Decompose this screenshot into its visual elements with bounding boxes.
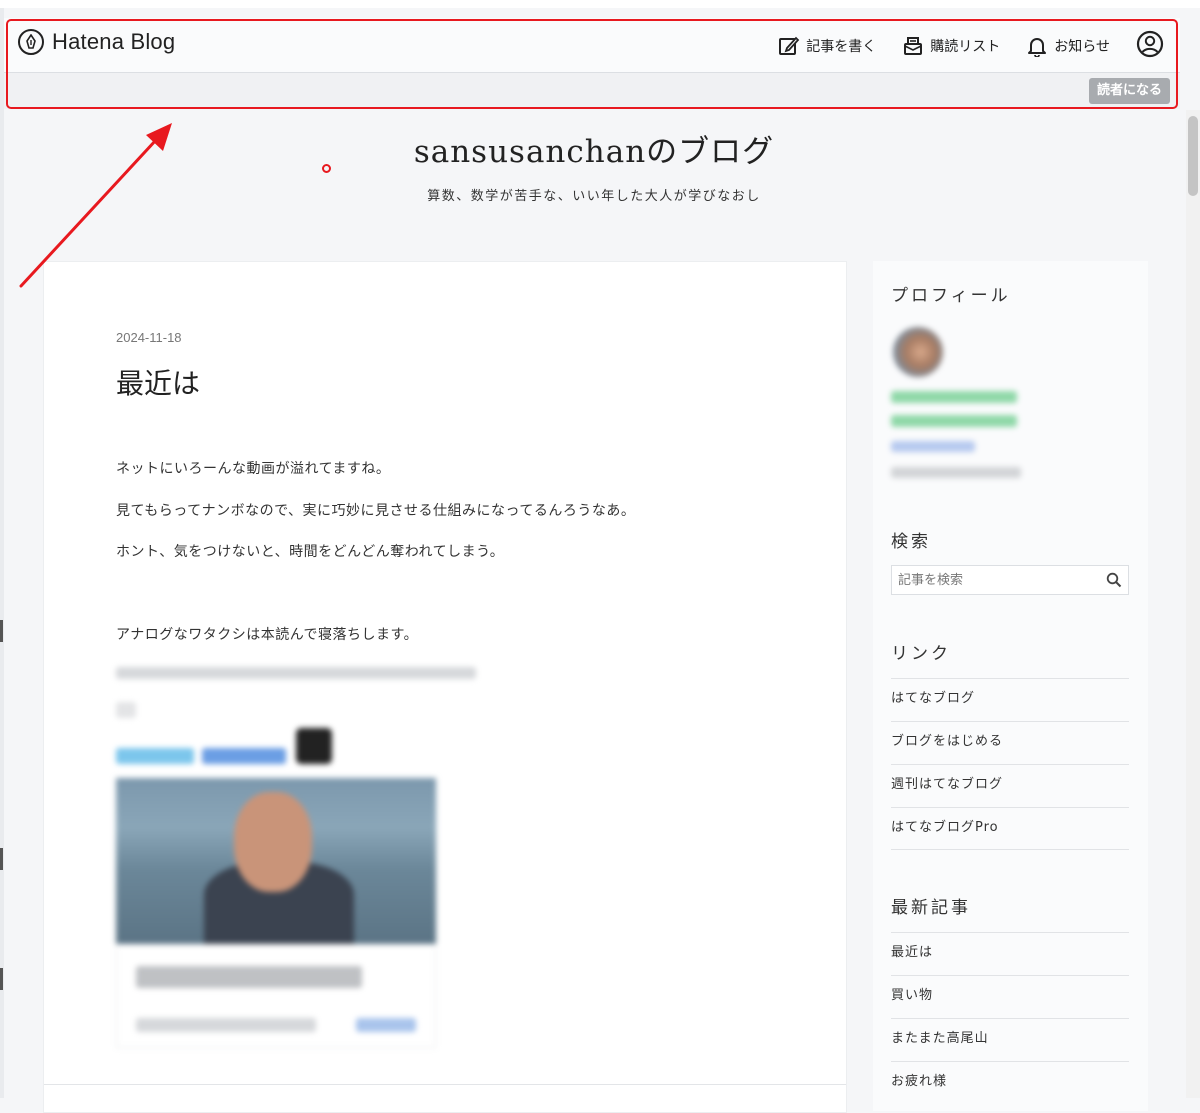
profile-meta <box>891 467 1021 478</box>
blog-title[interactable]: sansusanchanのブログ <box>0 126 1188 171</box>
profile-name-link[interactable] <box>891 391 1017 403</box>
recent-post-item[interactable]: またまた高尾山 <box>891 1018 1129 1061</box>
edit-icon <box>778 35 800 57</box>
scrollbar-thumb[interactable] <box>1188 116 1198 196</box>
notifications-link[interactable]: お知らせ <box>1026 35 1110 57</box>
article-paragraph: ネットにいろーんな動画が溢れてますね。 <box>116 461 391 477</box>
recent-post-item[interactable]: 最近は <box>891 932 1129 975</box>
sidebar: プロフィール 検索 リンク はてなブログ ブログをはじめる 週刊はてなブログ は… <box>873 261 1148 1111</box>
profile-heading: プロフィール <box>891 286 1011 306</box>
recent-posts-heading: 最新記事 <box>891 898 971 918</box>
embed-card-link[interactable] <box>356 1018 416 1032</box>
write-article-label: 記事を書く <box>806 39 877 55</box>
link-item[interactable]: はてなブログ <box>891 678 1129 721</box>
user-menu-button[interactable] <box>1136 30 1164 62</box>
notifications-label: お知らせ <box>1054 39 1110 55</box>
links-heading: リンク <box>891 644 951 664</box>
user-icon <box>1136 30 1164 62</box>
annotation-dot <box>322 164 331 173</box>
profile-reader-count[interactable] <box>891 441 975 452</box>
search-input[interactable] <box>892 566 1104 594</box>
article-paragraph: 見てもらってナンボなので、実に巧妙に見させる仕組みになってるんろうなあ。 <box>116 503 636 519</box>
links-list: はてなブログ ブログをはじめる 週刊はてなブログ はてなブログPro <box>891 678 1129 850</box>
embed-card-title[interactable] <box>136 966 362 988</box>
reading-list-label: 購読リスト <box>930 39 1001 55</box>
avatar[interactable] <box>893 327 943 377</box>
link-item[interactable]: 週刊はてなブログ <box>891 764 1129 807</box>
embed-share-button[interactable] <box>116 748 194 764</box>
browser-bookmarks-bar <box>0 0 1200 8</box>
article-card: 2024-11-18 最近は ネットにいろーんな動画が溢れてますね。 見てもらっ… <box>43 261 847 1113</box>
blog-subbar: 読者になる <box>4 73 1180 109</box>
left-window-edge <box>0 8 4 1098</box>
article-divider <box>44 1084 846 1085</box>
article-title[interactable]: 最近は <box>116 362 200 402</box>
embed-thumbnail-face <box>234 792 312 892</box>
recent-post-item[interactable]: 買い物 <box>891 975 1129 1018</box>
embed-card-body <box>116 944 436 1048</box>
embed-x-button[interactable] <box>296 728 332 764</box>
header-nav: 記事を書く 購読リスト お知らせ <box>778 30 1180 62</box>
blog-description: 算数、数学が苦手な、いい年した大人が学びなおし <box>427 189 761 204</box>
hatena-blog-logo[interactable]: Hatena Blog <box>18 29 175 55</box>
become-reader-button[interactable]: 読者になる <box>1088 78 1170 104</box>
embed-caption-line <box>116 667 476 679</box>
write-article-link[interactable]: 記事を書く <box>778 35 876 57</box>
embed-card-footer <box>136 1018 316 1032</box>
logo-text: Hatena Blog <box>52 29 176 54</box>
global-header: Hatena Blog 記事を書く 購読リスト お知らせ <box>4 18 1180 73</box>
reading-list-icon <box>902 35 924 57</box>
article-paragraph: ホント、気をつけないと、時間をどんどん奪われてしまう。 <box>116 544 505 560</box>
link-item[interactable]: ブログをはじめる <box>891 721 1129 764</box>
profile-id-link[interactable] <box>891 415 1017 427</box>
reading-list-link[interactable]: 購読リスト <box>902 35 1000 57</box>
search-heading: 検索 <box>891 532 931 552</box>
embed-share-button[interactable] <box>202 748 286 764</box>
search-icon[interactable] <box>1106 572 1122 592</box>
search-box <box>891 565 1129 595</box>
recent-posts-list: 最近は 買い物 またまた高尾山 お疲れ様 <box>891 932 1129 1104</box>
bell-icon <box>1026 35 1048 57</box>
article-paragraph: アナログなワタクシは本読んで寝落ちします。 <box>116 627 419 643</box>
page-scrollbar[interactable] <box>1186 110 1200 1098</box>
pen-logo-icon <box>18 29 44 55</box>
article-date[interactable]: 2024-11-18 <box>116 330 182 345</box>
embed-small-badge <box>116 702 136 718</box>
link-item[interactable]: はてなブログPro <box>891 807 1129 850</box>
